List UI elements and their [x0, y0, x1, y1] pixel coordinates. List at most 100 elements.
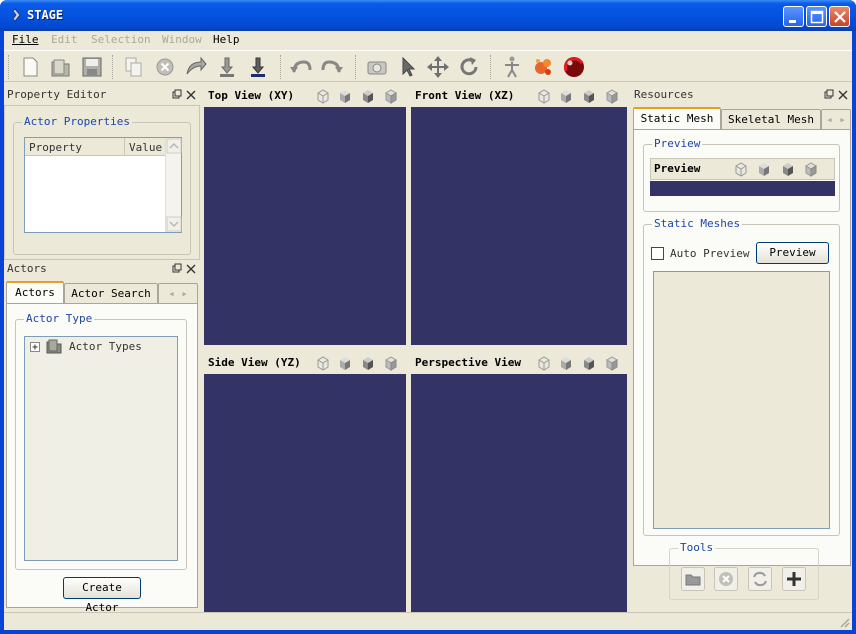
menu-window[interactable]: Window: [162, 33, 202, 46]
preview-viewport[interactable]: [650, 181, 835, 196]
front-view-titlebar[interactable]: Front View (XZ): [411, 86, 627, 106]
delete-icon[interactable]: [152, 54, 178, 80]
perspective-view-titlebar[interactable]: Perspective View: [411, 353, 627, 373]
undo-icon[interactable]: [288, 54, 314, 80]
wireframe-cube-icon[interactable]: [536, 88, 552, 104]
shaded-cube-icon[interactable]: [581, 88, 597, 104]
tab-scroll-arrows[interactable]: ◂ ▸: [821, 109, 851, 130]
copy-icon[interactable]: [121, 54, 147, 80]
camera-icon[interactable]: [364, 54, 390, 80]
actors-tab-page: Actor Type Actor Types Create Actor: [6, 303, 198, 614]
solid-cube-icon[interactable]: [558, 88, 574, 104]
textured-cube-icon[interactable]: [803, 161, 819, 177]
solid-cube-icon[interactable]: [558, 355, 574, 371]
shaded-cube-icon[interactable]: [780, 161, 796, 177]
move-icon[interactable]: [425, 54, 451, 80]
open-folder-icon[interactable]: [48, 54, 74, 80]
dock-float-close-icons[interactable]: [170, 262, 198, 276]
dock-float-close-icons[interactable]: [170, 88, 198, 102]
redo-icon[interactable]: [319, 54, 345, 80]
add-plus-icon[interactable]: [782, 567, 806, 591]
solid-cube-icon[interactable]: [756, 161, 772, 177]
actors-titlebar[interactable]: Actors: [4, 260, 200, 278]
actor-type-tree[interactable]: Actor Types: [24, 336, 178, 561]
wireframe-cube-icon[interactable]: [536, 355, 552, 371]
column-property[interactable]: Property: [29, 141, 82, 154]
solid-cube-icon[interactable]: [337, 88, 353, 104]
tab-scroll-arrows[interactable]: ◂ ▸: [158, 283, 198, 304]
export-down-dark-icon[interactable]: [245, 54, 271, 80]
close-icon: [834, 11, 846, 23]
actor-type-group: Actor Type Actor Types: [15, 312, 187, 570]
menu-file[interactable]: File: [12, 33, 39, 46]
menu-help[interactable]: Help: [213, 33, 240, 46]
export-down-icon[interactable]: [214, 54, 240, 80]
title-bar[interactable]: STAGE: [0, 0, 856, 31]
property-table[interactable]: Property Value: [24, 137, 182, 233]
minimize-button[interactable]: [783, 6, 804, 27]
static-meshes-group: Static Meshes Auto Preview Preview: [643, 217, 840, 536]
open-folder-icon[interactable]: [681, 567, 705, 591]
rotate-icon[interactable]: [456, 54, 482, 80]
side-view-titlebar[interactable]: Side View (YZ): [204, 353, 406, 373]
new-file-icon[interactable]: [17, 54, 43, 80]
property-editor-titlebar[interactable]: Property Editor: [4, 86, 200, 104]
maximize-button[interactable]: [806, 6, 827, 27]
tab-static-mesh[interactable]: Static Mesh: [633, 107, 721, 129]
side-viewport[interactable]: [204, 374, 406, 612]
top-viewport[interactable]: [204, 107, 406, 345]
sphere-icon[interactable]: [561, 54, 587, 80]
tree-item-actor-types[interactable]: Actor Types: [69, 340, 142, 353]
preview-group: Preview Preview: [643, 137, 840, 212]
resize-grip-icon[interactable]: [838, 616, 850, 628]
application-window: STAGE File Edit Selection Window Help Pr…: [0, 0, 856, 634]
property-editor-title: Property Editor: [7, 88, 107, 101]
expand-plus-icon[interactable]: [29, 341, 41, 353]
shaded-cube-icon[interactable]: [581, 355, 597, 371]
dock-float-close-icons[interactable]: [822, 88, 850, 102]
shaded-cube-icon[interactable]: [360, 355, 376, 371]
resources-titlebar[interactable]: Resources: [631, 86, 852, 104]
solid-cube-icon[interactable]: [337, 355, 353, 371]
wireframe-cube-icon[interactable]: [315, 355, 331, 371]
textured-cube-icon[interactable]: [604, 355, 620, 371]
close-button[interactable]: [829, 6, 850, 27]
textured-cube-icon[interactable]: [383, 355, 399, 371]
front-viewport[interactable]: [411, 107, 627, 345]
preview-group-label: Preview: [652, 137, 703, 150]
static-mesh-list[interactable]: [653, 271, 830, 529]
menu-edit[interactable]: Edit: [51, 33, 78, 46]
shaded-cube-icon[interactable]: [360, 88, 376, 104]
tab-actor-search[interactable]: Actor Search: [64, 283, 158, 304]
preview-titlebar[interactable]: Preview: [650, 158, 835, 180]
save-icon[interactable]: [79, 54, 105, 80]
import-icon[interactable]: [183, 54, 209, 80]
pointer-icon[interactable]: [395, 54, 421, 80]
particle-icon[interactable]: [530, 54, 556, 80]
preview-button[interactable]: Preview: [756, 242, 829, 264]
menu-bar: File Edit Selection Window Help: [4, 31, 852, 49]
auto-preview-label: Auto Preview: [670, 247, 750, 260]
actor-type-label: Actor Type: [24, 312, 95, 325]
actor-figure-icon[interactable]: [499, 54, 525, 80]
delete-icon[interactable]: [714, 567, 738, 591]
menu-selection[interactable]: Selection: [91, 33, 151, 46]
textured-cube-icon[interactable]: [604, 88, 620, 104]
toolbar-separator: [490, 55, 492, 79]
auto-preview-checkbox[interactable]: [651, 247, 664, 260]
perspective-viewport[interactable]: [411, 374, 627, 612]
column-value[interactable]: Value: [129, 141, 162, 154]
top-view-titlebar[interactable]: Top View (XY): [204, 86, 406, 106]
wireframe-cube-icon[interactable]: [315, 88, 331, 104]
property-table-scrollbar[interactable]: [165, 138, 182, 232]
tab-actors[interactable]: Actors: [6, 281, 64, 303]
tools-label: Tools: [678, 541, 716, 554]
status-bar: [4, 612, 852, 630]
create-actor-button[interactable]: Create Actor: [63, 577, 141, 614]
wireframe-cube-icon[interactable]: [733, 161, 749, 177]
perspective-view-title: Perspective View: [415, 356, 521, 369]
refresh-icon[interactable]: [748, 567, 772, 591]
toolbar-separator: [112, 55, 114, 79]
textured-cube-icon[interactable]: [383, 88, 399, 104]
tab-skeletal-mesh[interactable]: Skeletal Mesh: [721, 109, 821, 130]
